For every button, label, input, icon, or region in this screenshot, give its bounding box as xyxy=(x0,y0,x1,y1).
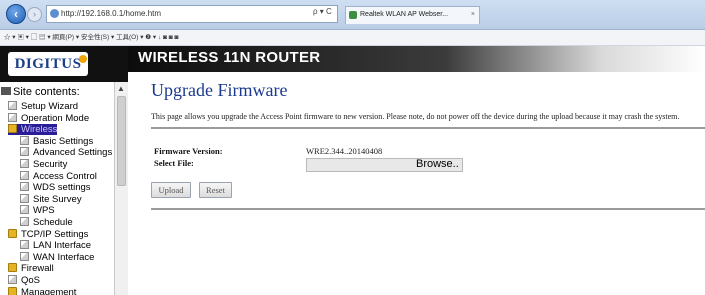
sidebar-item-security[interactable]: Security xyxy=(20,159,67,170)
folder-icon xyxy=(8,286,17,295)
main-content: Upgrade Firmware This page allows you up… xyxy=(128,72,705,295)
page-icon xyxy=(20,205,29,215)
favicon-icon xyxy=(349,11,357,19)
divider xyxy=(151,208,705,210)
sidebar-scrollbar[interactable]: ▲ xyxy=(114,82,128,295)
page-icon xyxy=(20,159,29,168)
sidebar-item-label: Access Control xyxy=(33,170,97,182)
logo-mark-icon xyxy=(79,55,87,63)
sidebar-item-qos[interactable]: QoS xyxy=(8,275,40,286)
address-input[interactable]: http://192.168.0.1/home.htm xyxy=(46,5,338,23)
book-icon xyxy=(1,87,11,95)
sidebar-item-advanced-settings[interactable]: Advanced Settings xyxy=(20,147,112,158)
sidebar-item-access-control[interactable]: Access Control xyxy=(20,170,97,182)
sidebar-item-label: Management xyxy=(21,286,77,295)
sidebar-item-wds-settings[interactable]: WDS settings xyxy=(20,182,91,193)
sidebar-item-label: Advanced Settings xyxy=(33,147,113,159)
banner-title: WIRELESS 11N ROUTER xyxy=(138,49,321,66)
page-icon xyxy=(20,147,29,157)
sidebar-item-label: Security xyxy=(33,159,68,170)
sidebar-item-basic-settings[interactable]: Basic Settings xyxy=(20,135,94,147)
sidebar-item-site-survey[interactable]: Site Survey xyxy=(20,193,82,205)
page-description: This page allows you upgrade the Access … xyxy=(151,112,680,121)
page-icon xyxy=(20,193,29,203)
sidebar-item-lan-interface[interactable]: LAN Interface xyxy=(20,240,91,251)
site-contents-title: Site contents: xyxy=(1,86,80,98)
sidebar-item-wireless[interactable]: Wireless xyxy=(8,124,58,136)
sidebar-item-tcp-ip-settings[interactable]: TCP/IP Settings xyxy=(8,228,89,240)
divider xyxy=(151,127,705,129)
sidebar-item-label: Firewall xyxy=(21,263,54,275)
folder-icon xyxy=(8,124,17,134)
page-icon xyxy=(20,240,29,250)
logo-text: DIGITUS xyxy=(14,56,82,72)
page-icon xyxy=(8,275,17,284)
sidebar-item-label: Site Survey xyxy=(33,193,82,205)
sidebar-item-label: WDS settings xyxy=(33,182,91,194)
sidebar-item-label: WAN Interface xyxy=(33,251,95,263)
page-icon xyxy=(20,182,29,192)
forward-button[interactable]: › xyxy=(27,7,42,22)
sidebar-item-setup-wizard[interactable]: Setup Wizard xyxy=(8,101,78,112)
url-text: http://192.168.0.1/home.htm xyxy=(61,9,162,18)
tab-title: Realtek WLAN AP Webser... xyxy=(360,11,449,18)
page-icon xyxy=(20,217,29,226)
sidebar-item-firewall[interactable]: Firewall xyxy=(8,263,54,274)
page-icon xyxy=(20,135,29,145)
site-contents-tree: Site contents: Setup Wizard Operation Mod… xyxy=(0,82,114,295)
page-title: Upgrade Firmware xyxy=(151,80,288,100)
reset-button[interactable]: Reset xyxy=(199,182,232,198)
address-bar-row: ‹ › http://192.168.0.1/home.htm ρ ▾ C Re… xyxy=(0,0,705,30)
back-button[interactable]: ‹ xyxy=(6,4,26,24)
address-tools[interactable]: ρ ▾ C xyxy=(313,7,332,16)
sidebar-item-label: Operation Mode xyxy=(21,112,90,124)
upload-button[interactable]: Upload xyxy=(151,182,191,198)
digitus-logo: DIGITUS xyxy=(8,52,88,76)
sidebar-item-label: Schedule xyxy=(33,217,73,228)
header-banner: WIRELESS 11N ROUTER xyxy=(128,46,705,72)
globe-icon xyxy=(50,9,59,18)
page-icon xyxy=(20,251,29,261)
firmware-version-label: Firmware Version: xyxy=(154,146,223,156)
sidebar-item-label: LAN Interface xyxy=(33,240,92,252)
sidebar-item-wan-interface[interactable]: WAN Interface xyxy=(20,251,95,263)
select-file-label: Select File: xyxy=(154,158,194,168)
sidebar-item-management[interactable]: Management xyxy=(8,286,77,295)
sidebar-item-operation-mode[interactable]: Operation Mode xyxy=(8,112,90,124)
firmware-version-value: WRE2.344..20140408 xyxy=(306,146,383,156)
sidebar-item-label: Basic Settings xyxy=(33,135,94,147)
tab-close-icon[interactable]: × xyxy=(471,7,475,23)
browser-chrome: ‹ › http://192.168.0.1/home.htm ρ ▾ C Re… xyxy=(0,0,705,46)
sidebar-item-label: QoS xyxy=(21,275,41,286)
browser-tab[interactable]: Realtek WLAN AP Webser... × xyxy=(345,6,480,24)
command-bar[interactable]: ☆ ▾ ▣ ▾ ▢ ▤ ▾ 網頁(P) ▾ 安全性(S) ▾ 工具(O) ▾ ❷… xyxy=(0,30,705,46)
scroll-up-icon[interactable]: ▲ xyxy=(117,84,125,93)
folder-icon xyxy=(8,263,17,273)
page-icon xyxy=(20,170,29,180)
sidebar-item-label: Setup Wizard xyxy=(21,101,79,112)
folder-icon xyxy=(8,228,17,238)
sidebar-item-label: Wireless xyxy=(21,124,58,136)
sidebar: DIGITUS Site contents: Setup Wizard Opera… xyxy=(0,46,128,295)
sidebar-item-schedule[interactable]: Schedule xyxy=(20,217,73,228)
browse-button[interactable]: Browse.. xyxy=(416,158,459,172)
sidebar-item-label: WPS xyxy=(33,205,55,217)
scroll-thumb[interactable] xyxy=(117,96,126,186)
page-icon xyxy=(8,101,17,110)
page-icon xyxy=(8,112,17,122)
sidebar-item-label: TCP/IP Settings xyxy=(21,228,89,240)
sidebar-item-wps[interactable]: WPS xyxy=(20,205,55,216)
